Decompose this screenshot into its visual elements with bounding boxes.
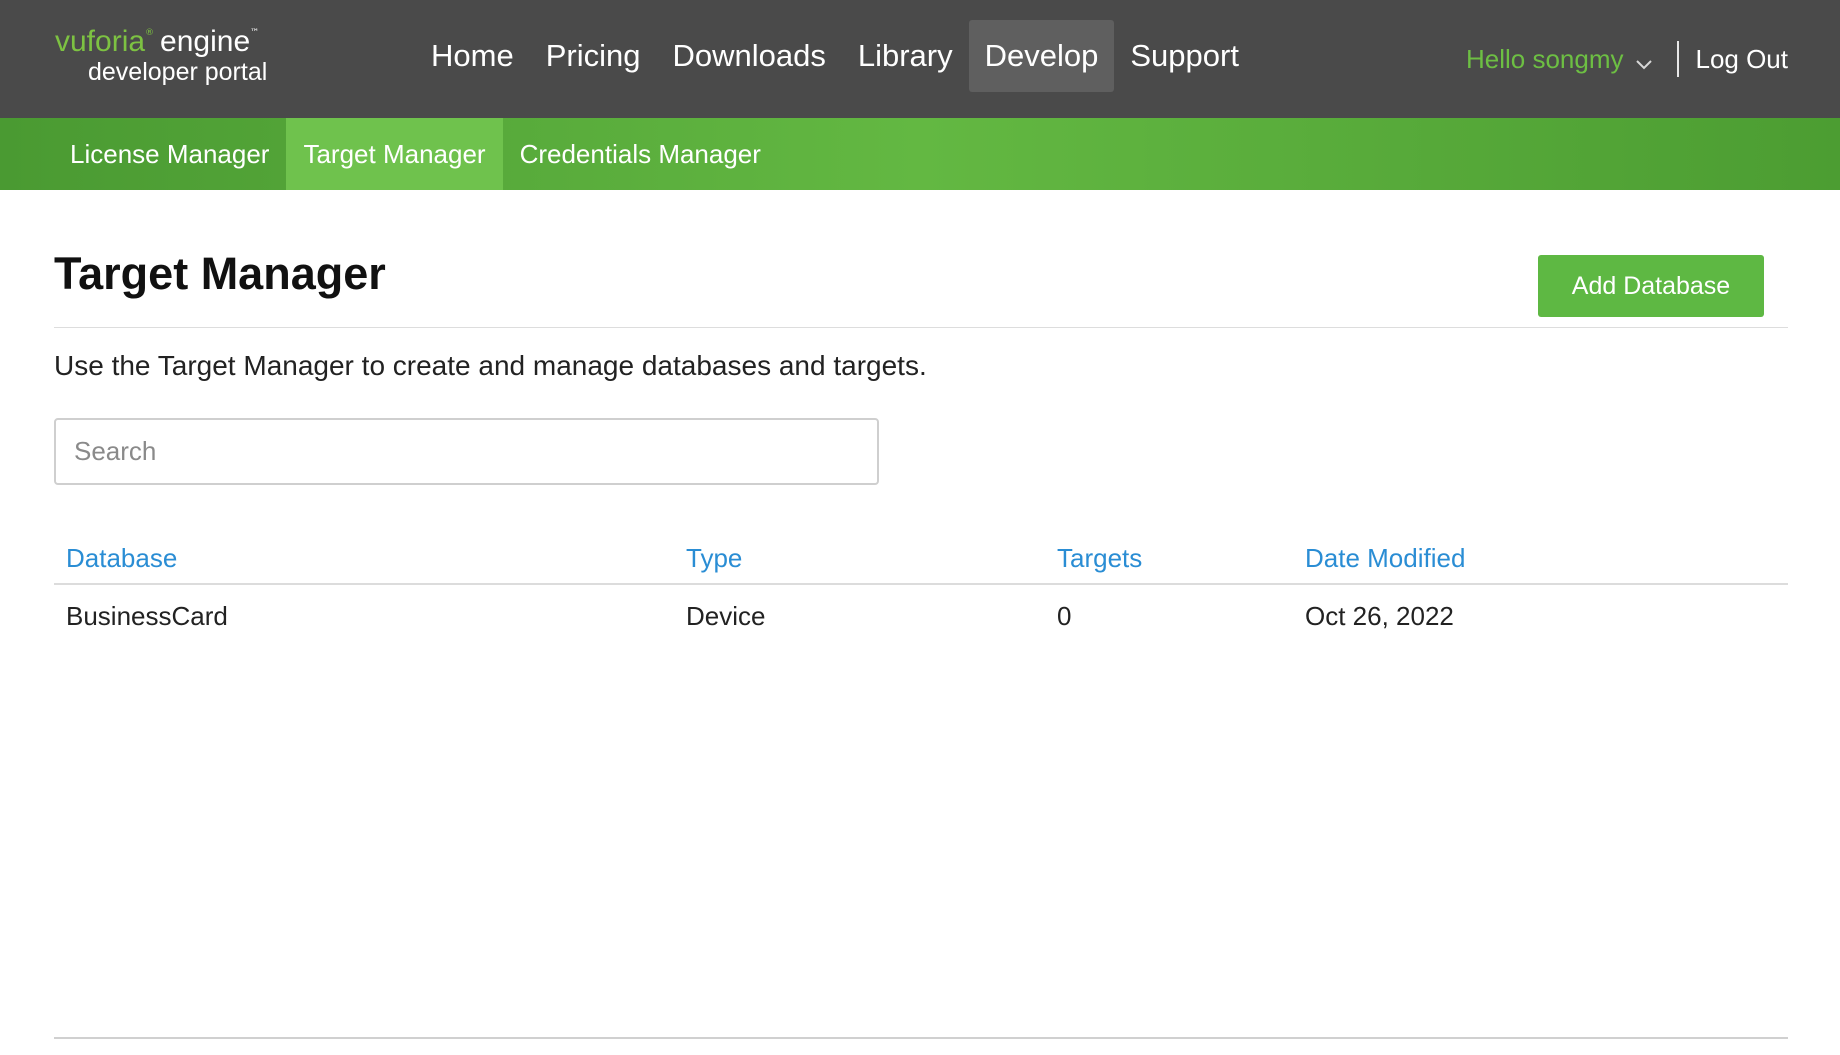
cell-targets: 0 xyxy=(1057,601,1072,631)
logo-registered-mark: ® xyxy=(145,28,155,38)
nav-develop[interactable]: Develop xyxy=(968,20,1115,92)
main-nav: Home Pricing Downloads Library Develop S… xyxy=(415,20,1255,92)
logo-brand: vuforia xyxy=(55,25,146,58)
user-dropdown[interactable]: Hello songmy xyxy=(1466,41,1654,78)
page-title: Target Manager xyxy=(54,248,386,299)
logo-subtitle: developer portal xyxy=(88,58,268,86)
add-database-button[interactable]: Add Database xyxy=(1538,255,1764,317)
main-content: Target Manager Add Database Use the Targ… xyxy=(54,190,1788,645)
tab-license-manager[interactable]: License Manager xyxy=(53,118,286,190)
user-menu-divider xyxy=(1677,41,1680,77)
sub-navigation-bar: License Manager Target Manager Credentia… xyxy=(0,118,1840,190)
column-header-database[interactable]: Database xyxy=(66,543,177,574)
cell-type: Device xyxy=(686,601,766,631)
nav-home[interactable]: Home xyxy=(415,20,530,92)
search-input[interactable] xyxy=(54,418,879,485)
tab-credentials-manager[interactable]: Credentials Manager xyxy=(503,118,778,190)
nav-downloads[interactable]: Downloads xyxy=(656,20,841,92)
column-header-targets[interactable]: Targets xyxy=(1057,543,1142,574)
nav-library[interactable]: Library xyxy=(842,20,969,92)
top-navigation-bar: vuforia ® engine ™ developer portal Home… xyxy=(0,0,1840,118)
table-header: Database Type Targets Date Modified xyxy=(54,537,1788,585)
user-menu: Hello songmy Log Out xyxy=(1466,38,1788,80)
page-description: Use the Target Manager to create and man… xyxy=(54,350,927,381)
page-header: Target Manager Add Database xyxy=(54,190,1788,328)
user-greeting: Hello songmy xyxy=(1465,43,1624,74)
sub-nav-tabs: License Manager Target Manager Credentia… xyxy=(53,118,778,190)
tab-target-manager[interactable]: Target Manager xyxy=(286,118,503,190)
nav-support[interactable]: Support xyxy=(1114,20,1255,92)
column-header-date-modified[interactable]: Date Modified xyxy=(1305,543,1465,574)
nav-pricing[interactable]: Pricing xyxy=(530,20,657,92)
databases-table: Database Type Targets Date Modified Busi… xyxy=(54,537,1788,645)
logo-wordmark: vuforia ® engine ™ xyxy=(55,24,267,60)
logo-product: engine xyxy=(160,25,251,58)
table-row[interactable]: BusinessCard Device 0 Oct 26, 2022 xyxy=(54,585,1788,645)
footer-divider xyxy=(54,1037,1788,1039)
cell-date-modified: Oct 26, 2022 xyxy=(1305,601,1454,631)
cell-database-name[interactable]: BusinessCard xyxy=(66,601,228,632)
logout-link[interactable]: Log Out xyxy=(1695,44,1788,75)
vuforia-logo[interactable]: vuforia ® engine ™ developer portal xyxy=(55,24,267,87)
column-header-type[interactable]: Type xyxy=(686,543,742,574)
logo-trademark-mark: ™ xyxy=(250,28,260,38)
chevron-down-icon xyxy=(1635,47,1653,78)
